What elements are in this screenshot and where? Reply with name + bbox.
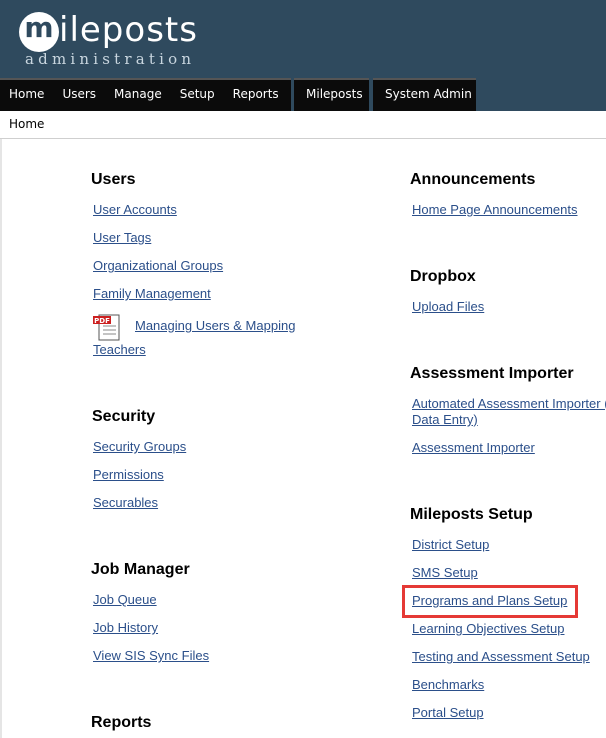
link-family-management[interactable]: Family Management: [93, 286, 211, 301]
nav-mileposts[interactable]: Mileposts: [294, 80, 375, 111]
link-job-history[interactable]: Job History: [93, 620, 158, 635]
section-title-dropbox: Dropbox: [410, 268, 476, 285]
section-title-announcements: Announcements: [410, 171, 536, 188]
pdf-icon[interactable]: PDF: [93, 313, 123, 341]
nav-system-admin[interactable]: System Admin: [373, 80, 484, 111]
link-home-page-announcements[interactable]: Home Page Announcements: [412, 202, 578, 217]
mileposts-logo[interactable]: m ileposts administration: [19, 8, 239, 72]
logo-word: ileposts: [59, 10, 198, 50]
link-upload-files[interactable]: Upload Files: [412, 299, 484, 314]
logo-letter: m: [24, 11, 54, 44]
nav-reports[interactable]: Reports: [224, 80, 288, 111]
link-district-setup[interactable]: District Setup: [412, 537, 489, 552]
link-user-tags[interactable]: User Tags: [93, 230, 151, 245]
link-portal-setup[interactable]: Portal Setup: [412, 705, 484, 720]
link-sms-setup[interactable]: SMS Setup: [412, 565, 478, 580]
nav-spacer: [476, 78, 606, 111]
section-title-mileposts-setup: Mileposts Setup: [410, 506, 533, 523]
breadcrumb: Home: [9, 117, 45, 131]
nav-manage[interactable]: Manage: [105, 80, 171, 111]
link-view-sis-sync-files[interactable]: View SIS Sync Files: [93, 648, 209, 663]
link-managing-users-mapping-line2[interactable]: Teachers: [93, 342, 146, 357]
link-testing-and-assessment-setup[interactable]: Testing and Assessment Setup: [412, 649, 590, 664]
logo-subtitle: administration: [25, 50, 196, 68]
highlight-box: [402, 585, 578, 618]
link-security-groups[interactable]: Security Groups: [93, 439, 186, 454]
main-nav: Home Users Manage Setup Reports Milepost…: [0, 78, 606, 111]
link-organizational-groups[interactable]: Organizational Groups: [93, 258, 223, 273]
link-automated-assessment-importer[interactable]: Automated Assessment Importer (: [412, 396, 606, 411]
link-learning-objectives-setup[interactable]: Learning Objectives Setup: [412, 621, 564, 636]
section-title-assessment-importer: Assessment Importer: [410, 365, 574, 382]
section-title-reports: Reports: [91, 714, 152, 731]
nav-setup[interactable]: Setup: [171, 80, 224, 111]
content-left-border: [0, 139, 2, 738]
section-title-job-manager: Job Manager: [91, 561, 190, 578]
nav-users[interactable]: Users: [53, 80, 105, 111]
link-permissions[interactable]: Permissions: [93, 467, 164, 482]
link-assessment-importer[interactable]: Assessment Importer: [412, 440, 535, 455]
nav-group-main: Home Users Manage Setup Reports: [0, 78, 291, 111]
breadcrumb-bar: Home: [0, 111, 606, 139]
link-user-accounts[interactable]: User Accounts: [93, 202, 177, 217]
link-job-queue[interactable]: Job Queue: [93, 592, 157, 607]
nav-home[interactable]: Home: [0, 80, 53, 111]
nav-group-mileposts: Mileposts: [294, 78, 369, 111]
nav-group-system: System Admin: [373, 78, 476, 111]
link-managing-users-mapping[interactable]: Managing Users & Mapping: [135, 318, 295, 333]
section-title-users: Users: [91, 171, 136, 188]
link-automated-assessment-importer-line2[interactable]: Data Entry): [412, 412, 478, 427]
link-securables[interactable]: Securables: [93, 495, 158, 510]
svg-text:PDF: PDF: [94, 317, 110, 325]
section-title-security: Security: [92, 408, 156, 425]
link-benchmarks[interactable]: Benchmarks: [412, 677, 484, 692]
